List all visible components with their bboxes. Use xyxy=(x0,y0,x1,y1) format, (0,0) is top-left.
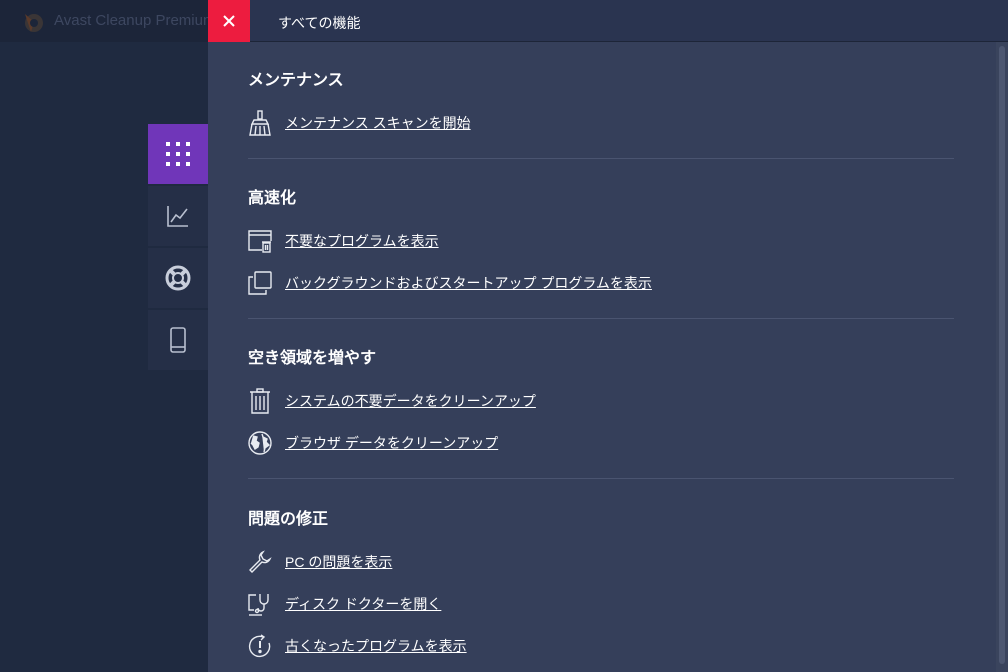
section-maintenance: メンテナンス メンテナンス スキャンを開始 xyxy=(248,42,954,159)
section-title: 空き領域を増やす xyxy=(248,348,377,367)
nav-support[interactable] xyxy=(148,248,208,308)
broom-icon xyxy=(248,110,272,136)
nav-mobile[interactable] xyxy=(148,310,208,370)
feature-link[interactable]: ブラウザ データをクリーンアップ xyxy=(285,433,498,453)
avast-logo-icon xyxy=(25,14,43,32)
nav-performance[interactable] xyxy=(148,186,208,246)
outdated-icon xyxy=(248,633,272,659)
panel-header: すべての機能 xyxy=(208,0,1008,42)
feature-link[interactable]: PC の問題を表示 xyxy=(285,552,392,572)
feature-item-system-junk[interactable]: システムの不要データをクリーンアップ xyxy=(248,380,954,422)
feature-item-disk-doctor[interactable]: ディスク ドクターを開く xyxy=(248,583,954,625)
lifebuoy-icon xyxy=(165,265,191,291)
panel-title: すべての機能 xyxy=(278,15,361,31)
feature-link[interactable]: ディスク ドクターを開く xyxy=(285,594,441,614)
section-title: メンテナンス xyxy=(248,70,344,89)
scrollbar[interactable] xyxy=(996,42,1008,672)
feature-link[interactable]: 古くなったプログラムを表示 xyxy=(285,636,467,656)
feature-item-outdated-programs[interactable]: 古くなったプログラムを表示 xyxy=(248,625,954,667)
app-title: Avast Cleanup Premium xyxy=(54,12,216,29)
section-free-space: 空き領域を増やす システムの不要データをクリーンアップ ブラウザ データをクリー… xyxy=(248,319,954,479)
section-title: 問題の修正 xyxy=(248,509,329,528)
phone-icon xyxy=(170,327,186,353)
feature-link[interactable]: バックグラウンドおよびスタートアップ プログラムを表示 xyxy=(285,273,652,293)
grid-icon xyxy=(166,142,190,166)
nav-all-features[interactable] xyxy=(148,124,208,184)
all-features-panel: すべての機能 メンテナンス メンテナンス スキャンを開始 高速化 不要なプログラ… xyxy=(208,0,1008,672)
section-fix-problems: 問題の修正 PC の問題を表示 ディスク ドクターを開く 古くなったプログラムを… xyxy=(248,479,954,667)
globe-icon xyxy=(248,430,272,456)
close-button[interactable] xyxy=(208,0,250,42)
feature-link[interactable]: メンテナンス スキャンを開始 xyxy=(285,113,471,133)
section-title: 高速化 xyxy=(248,188,297,207)
app-titlebar: Avast Cleanup Premium xyxy=(0,0,215,42)
side-nav xyxy=(148,124,208,372)
wrench-icon xyxy=(248,549,272,575)
scrollbar-thumb[interactable] xyxy=(999,46,1005,664)
feature-link[interactable]: 不要なプログラムを表示 xyxy=(285,231,439,251)
feature-item-maintenance-scan[interactable]: メンテナンス スキャンを開始 xyxy=(248,102,954,144)
feature-item-pc-problems[interactable]: PC の問題を表示 xyxy=(248,541,954,583)
chart-icon xyxy=(167,206,188,227)
feature-item-background-programs[interactable]: バックグラウンドおよびスタートアップ プログラムを表示 xyxy=(248,262,954,304)
features-list: メンテナンス メンテナンス スキャンを開始 高速化 不要なプログラムを表示 バッ… xyxy=(248,42,954,667)
feature-item-unneeded-programs[interactable]: 不要なプログラムを表示 xyxy=(248,220,954,262)
copy-windows-icon xyxy=(248,270,272,296)
window-trash-icon xyxy=(248,228,272,254)
close-icon xyxy=(223,15,235,27)
feature-link[interactable]: システムの不要データをクリーンアップ xyxy=(285,391,536,411)
disk-doctor-icon xyxy=(248,591,272,617)
trash-icon xyxy=(248,388,272,414)
section-speed-up: 高速化 不要なプログラムを表示 バックグラウンドおよびスタートアップ プログラム… xyxy=(248,159,954,319)
feature-item-browser-data[interactable]: ブラウザ データをクリーンアップ xyxy=(248,422,954,464)
